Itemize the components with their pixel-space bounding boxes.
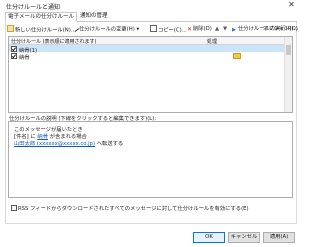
forward-recipient-link[interactable]: 山田太郎 (xxxxxx@xxxxx.co.jp) [14,141,95,147]
new-rule-icon [7,25,14,32]
new-rule-button[interactable]: 新しい仕分けルール(N)... [7,25,76,34]
apply-button[interactable]: 適用(A) [263,232,295,243]
scrollbar-thumb[interactable] [286,45,291,55]
change-rule-button[interactable]: 仕分けルールの変更(H) ▾ [71,24,140,34]
new-rule-label: 新しい仕分けルール(N)... [15,27,76,34]
rss-rules-label[interactable]: RSS フィードからダウンロードされたすべてのメッセージに対して仕分けルールを有… [18,204,249,212]
rss-rules-checkbox[interactable] [11,205,17,211]
tab-bar: 電子メールの仕分けルール 通知の管理 [5,12,297,22]
run-icon: ▶ [232,26,236,33]
rules-list[interactable]: 仕分けルール (表示順に適用されます) 処理 納骨(1) 納骨 [8,36,293,113]
tab-email-rules[interactable]: 電子メールの仕分けルール [5,12,78,22]
delete-rule-button[interactable]: ✕削除(D) [187,25,212,34]
copy-rule-label: コピー(C)... [158,27,187,34]
rule-row[interactable]: 納骨 [9,52,284,61]
column-header-rule[interactable]: 仕分けルール (表示順に適用されます) [11,38,97,45]
rules-and-alerts-dialog: 仕分けルールと通知 ✕ 電子メールの仕分けルール 通知の管理 新しい仕分けルール… [0,0,300,247]
cancel-button[interactable]: キャンセル [228,232,260,243]
close-icon[interactable]: ✕ [287,0,296,10]
description-forward-line: 山田太郎 (xxxxxx@xxxxx.co.jp) へ転送する [14,139,123,147]
rule-name: 納骨 [19,54,30,61]
move-up-button[interactable]: ▲ [215,25,219,34]
window-title: 仕分けルールと通知 [6,4,61,11]
options-button[interactable]: オプション(O) [263,25,298,34]
delete-rule-label: 削除(D) [193,26,212,32]
move-to-folder-icon [233,53,241,59]
forward-suffix: へ転送する [96,141,124,147]
rule-row[interactable]: 納骨(1) [9,45,284,54]
rules-list-scrollbar[interactable] [284,37,292,112]
rules-list-header: 仕分けルール (表示順に適用されます) 処理 [9,37,284,45]
delete-icon: ✕ [187,25,193,33]
tab-manage-alerts[interactable]: 通知の管理 [78,12,110,21]
change-rule-label: 仕分けルールの変更(H) ▾ [79,26,140,33]
copy-rule-button[interactable]: コピー(C)... [150,25,187,34]
options-label: オプション(O) [263,26,298,32]
rule-enabled-checkbox[interactable] [11,53,17,59]
column-header-actions[interactable]: 処理 [207,38,217,45]
move-down-button[interactable]: ▼ [223,25,227,34]
title-bar: 仕分けルールと通知 ✕ [0,0,300,11]
ok-button[interactable]: OK [193,232,225,243]
copy-icon [150,25,157,32]
rule-description-box: このメッセージが届いたとき [件名] に 納骨 が含まれる場合 山田太郎 (xx… [8,121,293,198]
rules-toolbar: 新しい仕分けルール(N)... 仕分けルールの変更(H) ▾ コピー(C)...… [7,24,299,34]
